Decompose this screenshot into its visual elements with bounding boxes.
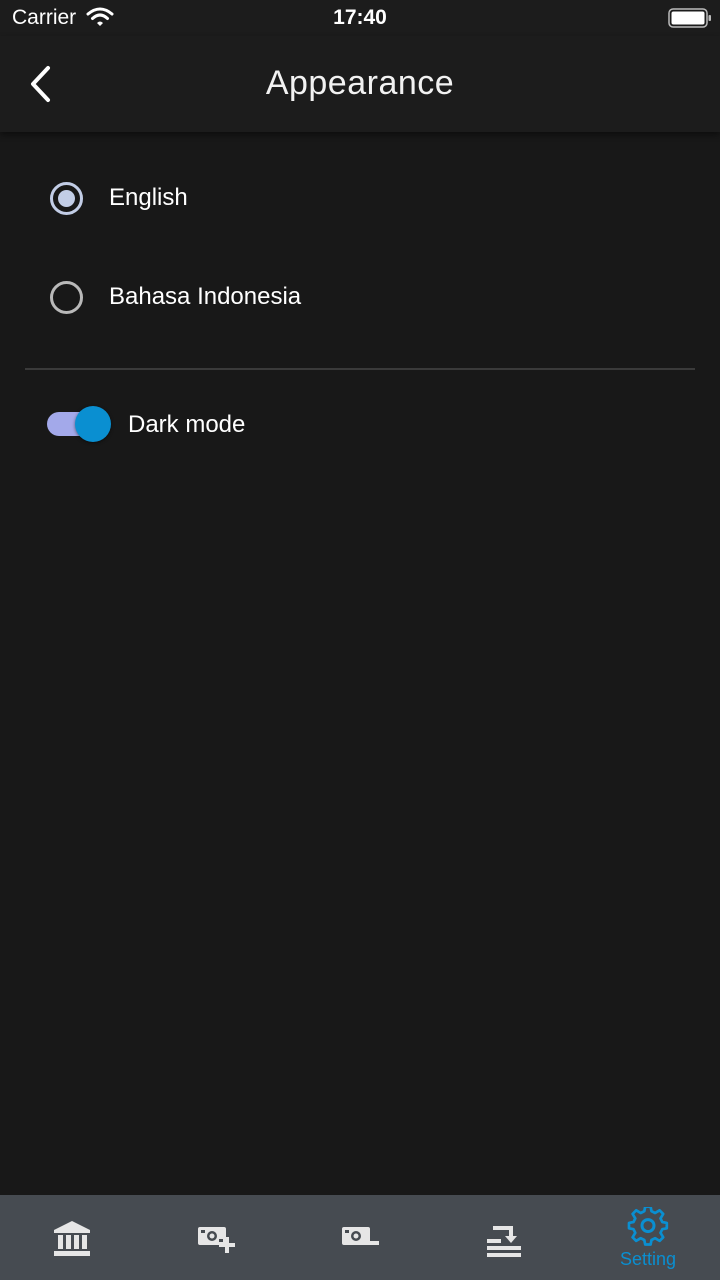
language-option-english[interactable]: English [0,153,720,243]
nav-item-transfer-list[interactable] [432,1195,576,1280]
language-option-bahasa-indonesia[interactable]: Bahasa Indonesia [0,252,720,342]
radio-button[interactable] [50,280,83,314]
dark-mode-toggle[interactable] [75,406,111,442]
page-title: Appearance [265,64,455,102]
divider [25,368,695,370]
app-bar: Appearance [0,36,720,132]
dark-mode-row: Dark mode [0,395,720,455]
language-option-label: English [109,184,188,211]
nav-item-add-money[interactable] [144,1195,288,1280]
remove-money-icon [342,1226,379,1245]
nav-item-remove-money[interactable] [288,1195,432,1280]
language-option-label: Bahasa Indonesia [109,283,302,310]
radio-dot [58,189,75,207]
status-time: 17:40 [333,6,387,29]
status-bar: Carrier 17:40 [0,0,720,36]
bank-icon [54,1220,90,1256]
battery-icon [668,8,712,28]
bottom-nav: Setting [0,1195,720,1280]
nav-item-bank[interactable] [0,1195,144,1280]
gear-icon [627,1206,669,1246]
transfer-list-icon [487,1225,521,1257]
nav-label-setting: Setting [619,1248,677,1269]
dark-mode-label: Dark mode [128,411,246,438]
radio-button-selected[interactable] [50,181,83,215]
add-money-icon [198,1226,235,1253]
nav-item-setting[interactable]: Setting [576,1195,720,1280]
